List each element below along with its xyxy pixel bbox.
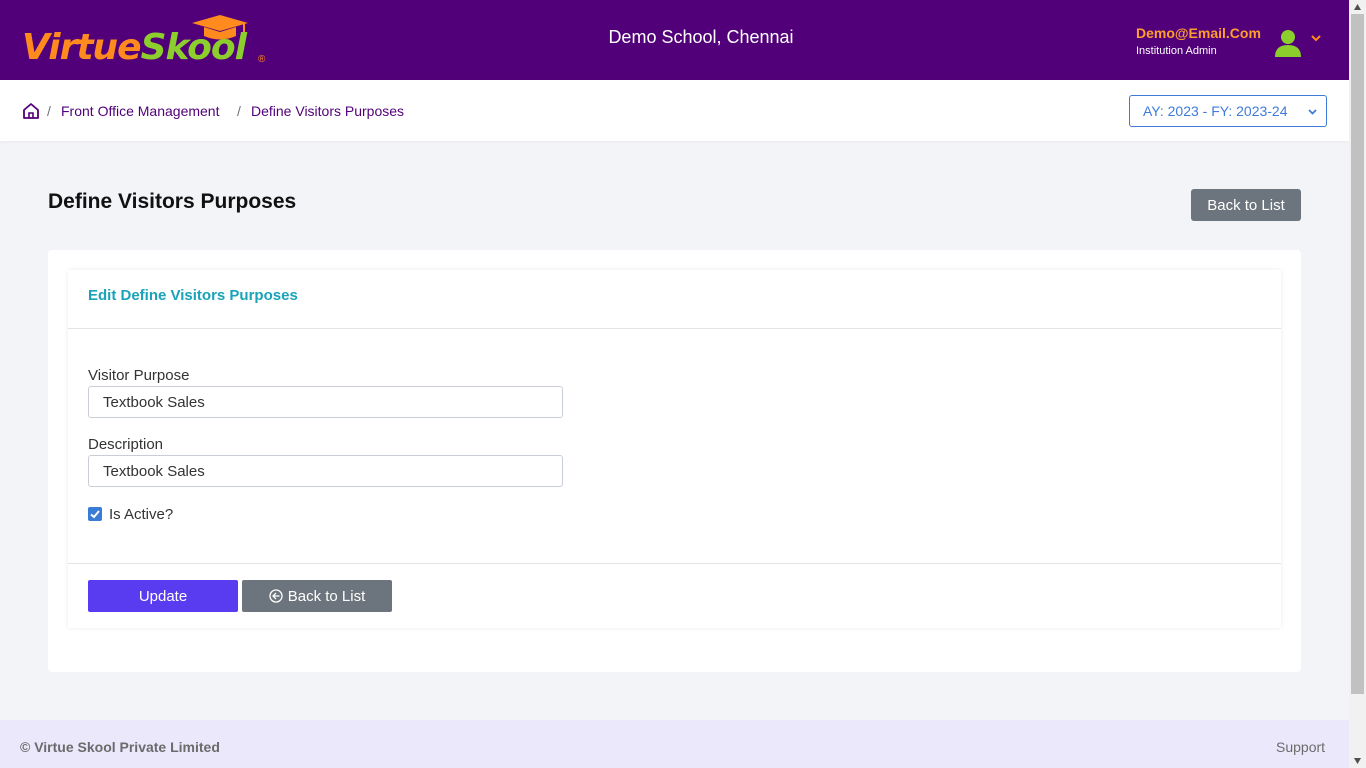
card-title: Edit Define Visitors Purposes	[88, 287, 298, 304]
logo-part-skool: Skool	[140, 27, 247, 68]
card-footer-divider	[68, 563, 1281, 564]
footer-copyright: © Virtue Skool Private Limited	[20, 739, 220, 755]
update-button[interactable]: Update	[88, 580, 238, 612]
visitor-purpose-label: Visitor Purpose	[88, 367, 190, 384]
breadcrumb-separator: /	[237, 103, 241, 119]
virtueskool-logo[interactable]: VirtueSkool ®	[20, 14, 270, 70]
is-active-label: Is Active?	[109, 506, 174, 523]
home-icon[interactable]	[22, 102, 40, 120]
page-title: Define Visitors Purposes	[48, 190, 297, 213]
user-email[interactable]: Demo@Email.Com	[1136, 25, 1261, 41]
circle-arrow-left-icon	[269, 589, 283, 603]
scrollbar-thumb[interactable]	[1351, 14, 1364, 694]
scroll-down-arrow-icon[interactable]	[1353, 757, 1362, 765]
logo-wordmark: VirtueSkool	[22, 27, 247, 68]
check-icon	[90, 510, 100, 519]
card-header-divider	[68, 328, 1281, 329]
back-to-list-label: Back to List	[287, 587, 366, 605]
chevron-down-icon	[1308, 109, 1317, 115]
school-name: Demo School, Chennai	[608, 27, 794, 47]
academic-year-select[interactable]: AY: 2023 - FY: 2023-24	[1129, 95, 1327, 127]
breadcrumb-current: Define Visitors Purposes	[251, 103, 405, 119]
visitor-purpose-input[interactable]	[88, 386, 563, 418]
is-active-checkbox[interactable]	[88, 507, 102, 521]
breadcrumb-front-office[interactable]: Front Office Management	[61, 103, 219, 119]
user-avatar-icon[interactable]	[1274, 28, 1302, 58]
back-to-list-bottom-button[interactable]: Back to List	[242, 580, 392, 612]
description-label: Description	[88, 436, 164, 453]
back-to-list-button[interactable]: Back to List	[1191, 189, 1301, 221]
breadcrumb-separator: /	[47, 103, 51, 119]
description-input[interactable]	[88, 455, 563, 487]
scroll-up-arrow-icon[interactable]	[1353, 3, 1362, 11]
logo-part-virtue: Virtue	[22, 27, 142, 68]
registered-mark: ®	[258, 54, 266, 65]
chevron-down-icon[interactable]	[1310, 32, 1322, 44]
form-card	[68, 270, 1281, 628]
footer-support-link[interactable]: Support	[1276, 739, 1325, 755]
user-role: Institution Admin	[1136, 45, 1217, 57]
academic-year-value: AY: 2023 - FY: 2023-24	[1143, 103, 1288, 119]
page: VirtueSkool ® Demo School, Chennai Demo@…	[0, 0, 1349, 768]
